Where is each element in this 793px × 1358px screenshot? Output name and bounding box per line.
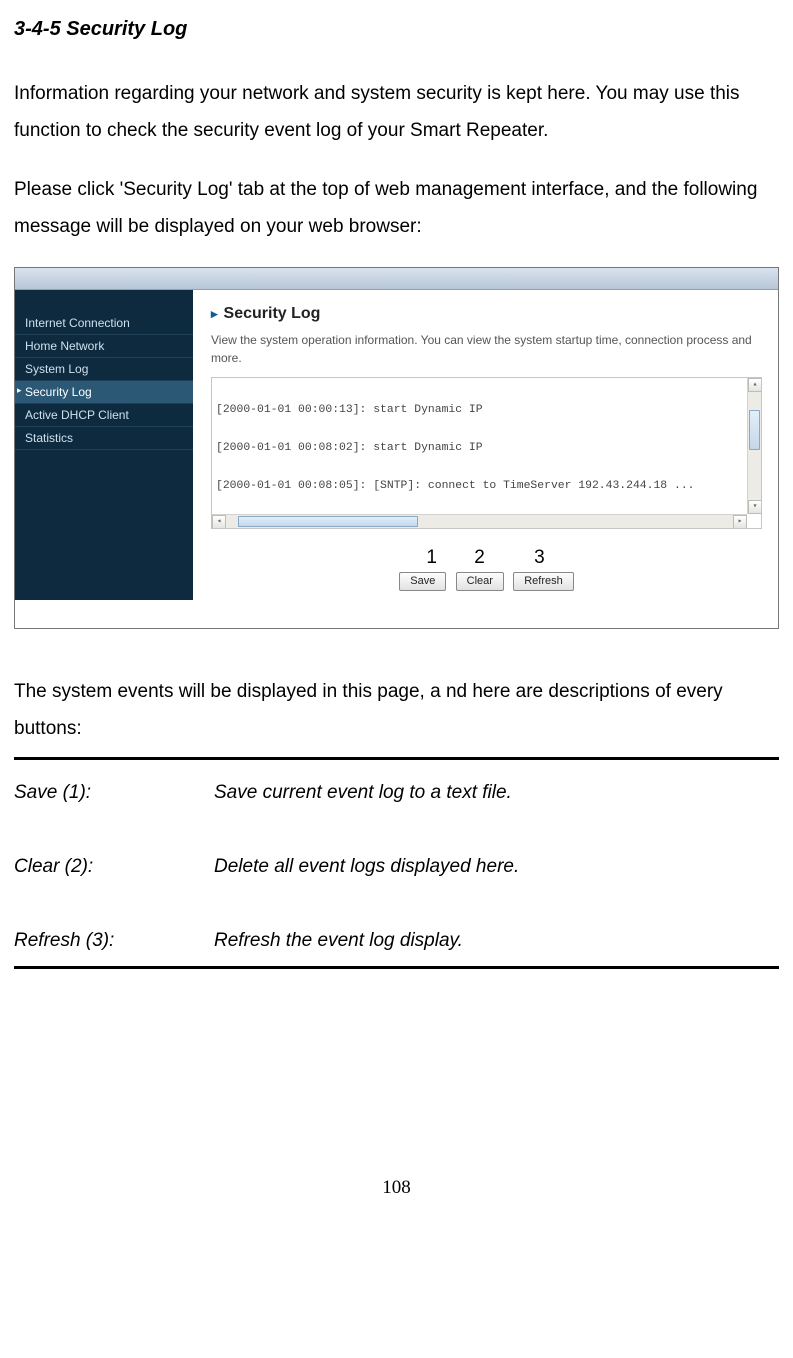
log-line: [2000-01-01 00:08:05]: [SNTP]: connect t… [216,479,745,494]
log-line: [2000-01-01 00:00:13]: start Dynamic IP [216,403,745,418]
sidebar-item-statistics[interactable]: Statistics [15,427,193,450]
scroll-thumb[interactable] [749,410,760,450]
sidebar-item-internet-connection[interactable]: Internet Connection [15,312,193,335]
definitions-table: Save (1): Save current event log to a te… [14,774,779,959]
annotation-3: 3 [534,548,545,567]
intro-paragraph-1: Information regarding your network and s… [14,75,779,149]
sidebar-item-active-dhcp-client[interactable]: Active DHCP Client [15,404,193,427]
log-textarea[interactable]: [2000-01-01 00:00:13]: start Dynamic IP … [211,377,762,529]
annotation-numbers: 1 2 3 [193,548,778,567]
sidebar-item-security-log[interactable]: Security Log [15,381,193,404]
divider-top [14,757,779,760]
definition-label: Save (1): [14,774,214,811]
scroll-thumb-horizontal[interactable] [238,516,418,527]
refresh-button[interactable]: Refresh [513,572,574,591]
definition-description: Delete all event logs displayed here. [214,848,779,885]
content-pane: Security Log View the system operation i… [193,290,778,600]
clear-button[interactable]: Clear [456,572,504,591]
sidebar-item-home-network[interactable]: Home Network [15,335,193,358]
definition-label: Refresh (3): [14,922,214,959]
horizontal-scrollbar[interactable]: ◂ ▸ [212,514,747,528]
button-row: Save Clear Refresh [211,569,762,591]
intro-paragraph-2: Please click 'Security Log' tab at the t… [14,171,779,245]
definition-row: Clear (2): Delete all event logs display… [14,848,779,885]
post-paragraph: The system events will be displayed in t… [14,673,779,747]
save-button[interactable]: Save [399,572,446,591]
window-titlebar [15,268,778,290]
scroll-left-arrow-icon[interactable]: ◂ [212,515,226,529]
sidebar-item-system-log[interactable]: System Log [15,358,193,381]
scroll-right-arrow-icon[interactable]: ▸ [733,515,747,529]
section-heading: 3-4-5 Security Log [14,10,779,49]
page-number: 108 [14,1169,779,1206]
scroll-up-arrow-icon[interactable]: ▴ [748,378,762,392]
definition-label: Clear (2): [14,848,214,885]
screenshot-window: Internet Connection Home Network System … [14,267,779,629]
definition-row: Save (1): Save current event log to a te… [14,774,779,811]
disclosure-icon [211,305,224,322]
annotation-2: 2 [474,548,485,567]
sidebar: Internet Connection Home Network System … [15,290,193,600]
panel-title: Security Log [211,306,762,322]
definition-description: Save current event log to a text file. [214,774,779,811]
definition-row: Refresh (3): Refresh the event log displ… [14,922,779,959]
annotation-1: 1 [426,548,437,567]
panel-description: View the system operation information. Y… [211,332,762,367]
log-line: [2000-01-01 00:08:02]: start Dynamic IP [216,441,745,456]
scroll-down-arrow-icon[interactable]: ▾ [748,500,762,514]
definition-description: Refresh the event log display. [214,922,779,959]
vertical-scrollbar[interactable]: ▴ ▾ [747,378,761,514]
divider-bottom [14,966,779,969]
